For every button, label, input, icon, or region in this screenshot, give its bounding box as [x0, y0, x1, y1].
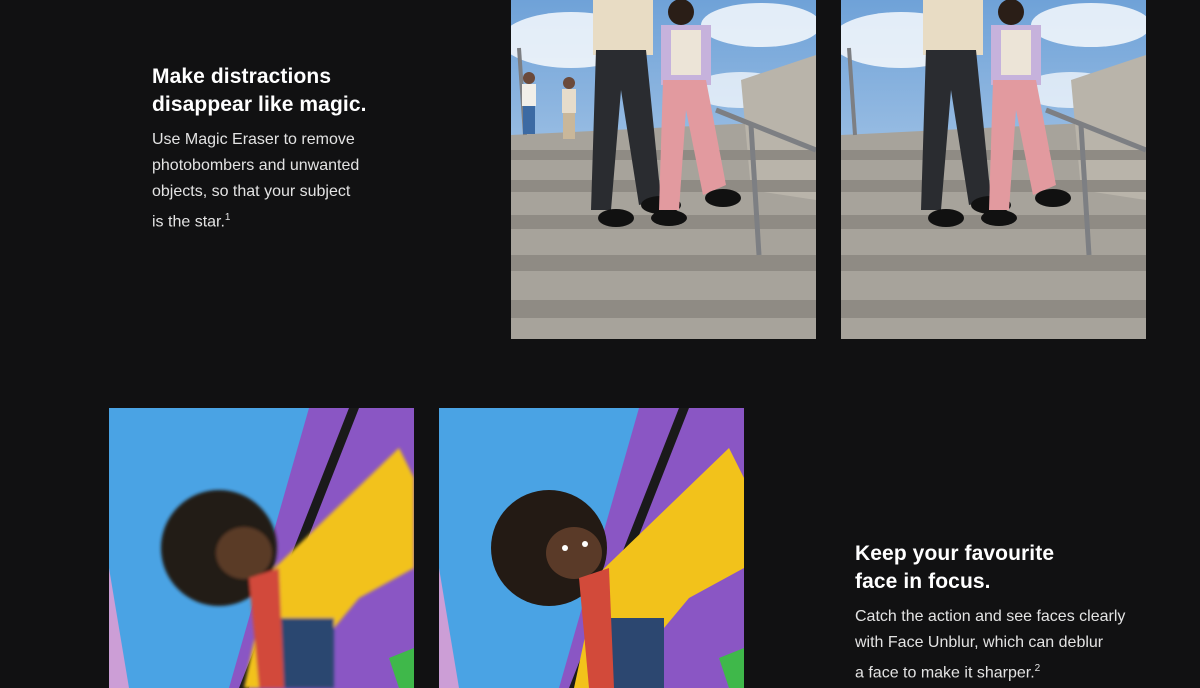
magic-eraser-title-line1: Make distractions	[152, 65, 332, 88]
magic-eraser-description: Use Magic Eraser to remove photobombers …	[152, 127, 392, 235]
magic-eraser-title-line2: disappear like magic.	[152, 93, 367, 116]
face-unblur-title: Keep your favourite face in focus.	[855, 540, 1155, 596]
magic-eraser-body-line: Use Magic Eraser to remove	[152, 131, 355, 148]
face-unblur-body-line: a face to make it sharper.	[855, 664, 1035, 682]
face-unblur-body-line: Catch the action and see faces clearly	[855, 608, 1126, 625]
magic-eraser-body-line: photobombers and unwanted	[152, 157, 360, 174]
magic-eraser-title: Make distractions disappear like magic.	[152, 63, 392, 119]
footnote-marker[interactable]: 2	[1035, 663, 1041, 674]
magic-eraser-body-line: is the star.	[152, 213, 225, 231]
footnote-marker[interactable]: 1	[225, 212, 231, 223]
face-unblur-text-block: Keep your favourite face in focus. Catch…	[855, 540, 1155, 686]
magic-eraser-body-line: objects, so that your subject	[152, 183, 351, 200]
face-unblur-title-line1: Keep your favourite	[855, 542, 1055, 565]
face-unblur-body-line: with Face Unblur, which can deblur	[855, 634, 1104, 651]
face-unblur-after-image	[439, 408, 744, 688]
magic-eraser-after-image	[841, 0, 1146, 339]
face-unblur-title-line2: face in focus.	[855, 570, 991, 593]
face-unblur-description: Catch the action and see faces clearly w…	[855, 604, 1155, 686]
magic-eraser-before-image	[511, 0, 816, 339]
magic-eraser-text-block: Make distractions disappear like magic. …	[152, 63, 392, 235]
face-unblur-before-image	[109, 408, 414, 688]
